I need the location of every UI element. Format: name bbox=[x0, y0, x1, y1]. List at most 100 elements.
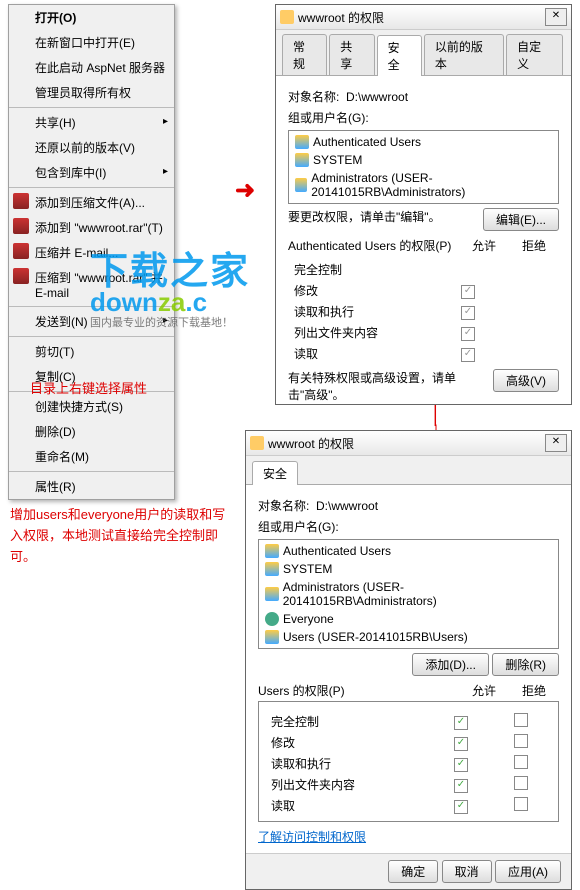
menu-restore-prev[interactable]: 还原以前的版本(V) bbox=[9, 135, 174, 160]
rar-icon bbox=[13, 218, 29, 234]
user-row[interactable]: Authenticated Users bbox=[261, 542, 556, 560]
dialog-body: 对象名称: D:\wwwroot 组或用户名(G): Authenticated… bbox=[276, 76, 571, 404]
check-icon bbox=[461, 348, 475, 362]
tab-sharing[interactable]: 共享 bbox=[329, 34, 374, 75]
advanced-hint: 有关特殊权限或高级设置，请单击"高级"。 bbox=[288, 369, 468, 403]
permission-table: 完全控制 修改 读取和执行 列出文件夹内容 读取 bbox=[265, 710, 552, 817]
user-row[interactable]: Authenticated Users bbox=[291, 133, 556, 151]
user-row[interactable]: Everyone bbox=[261, 610, 556, 628]
user-row[interactable]: Administrators (USER-20141015RB\Administ… bbox=[261, 578, 556, 610]
dialog-title: wwwroot 的权限 bbox=[268, 435, 543, 452]
menu-add-to-rar[interactable]: 添加到 "wwwroot.rar"(T) bbox=[9, 215, 174, 240]
menu-aspnet[interactable]: 在此启动 AspNet 服务器 bbox=[9, 55, 174, 80]
dialog-title: wwwroot 的权限 bbox=[298, 9, 543, 26]
menu-cut[interactable]: 剪切(T) bbox=[9, 339, 174, 364]
menu-properties[interactable]: 属性(R) bbox=[9, 474, 174, 499]
chevron-right-icon: ▸ bbox=[163, 116, 168, 127]
titlebar[interactable]: wwwroot 的权限 ✕ bbox=[246, 431, 571, 456]
user-row[interactable]: Administrators (USER-20141015RB\Administ… bbox=[291, 169, 556, 201]
menu-separator bbox=[9, 336, 174, 337]
annotation-1: 目录上右键选择属性 bbox=[30, 378, 147, 397]
group-icon bbox=[295, 178, 307, 192]
folder-icon bbox=[280, 10, 294, 24]
context-menu: 打开(O) 在新窗口中打开(E) 在此启动 AspNet 服务器 管理员取得所有… bbox=[8, 4, 175, 500]
menu-separator bbox=[9, 107, 174, 108]
remove-button[interactable]: 删除(R) bbox=[492, 653, 559, 676]
check-icon bbox=[461, 306, 475, 320]
close-icon[interactable]: ✕ bbox=[545, 434, 567, 452]
checkbox-deny[interactable] bbox=[514, 734, 528, 748]
dialog-body: 对象名称: D:\wwwroot 组或用户名(G): Authenticated… bbox=[246, 485, 571, 853]
perm-header: Authenticated Users 的权限(P) bbox=[288, 237, 459, 254]
object-name-value: D:\wwwroot bbox=[316, 499, 378, 513]
ok-button[interactable]: 确定 bbox=[388, 860, 438, 883]
check-icon bbox=[461, 327, 475, 341]
tab-bar: 常规 共享 安全 以前的版本 自定义 bbox=[276, 30, 571, 76]
permission-box: 完全控制 修改 读取和执行 列出文件夹内容 读取 bbox=[258, 701, 559, 822]
menu-separator bbox=[9, 306, 174, 307]
edit-hint: 要更改权限，请单击"编辑"。 bbox=[288, 208, 441, 225]
checkbox-allow[interactable] bbox=[454, 758, 468, 772]
group-icon bbox=[265, 562, 279, 576]
perm-header: Users 的权限(P) bbox=[258, 682, 459, 699]
advanced-button[interactable]: 高级(V) bbox=[493, 369, 559, 392]
titlebar[interactable]: wwwroot 的权限 ✕ bbox=[276, 5, 571, 30]
menu-rename[interactable]: 重命名(M) bbox=[9, 444, 174, 469]
menu-add-archive[interactable]: 添加到压缩文件(A)... bbox=[9, 190, 174, 215]
add-button[interactable]: 添加(D)... bbox=[412, 653, 489, 676]
checkbox-allow[interactable] bbox=[454, 779, 468, 793]
group-icon bbox=[295, 153, 309, 167]
close-icon[interactable]: ✕ bbox=[545, 8, 567, 26]
menu-shortcut[interactable]: 创建快捷方式(S) bbox=[9, 394, 174, 419]
group-icon bbox=[295, 135, 309, 149]
menu-send-to[interactable]: 发送到(N)▸ bbox=[9, 309, 174, 334]
edit-button[interactable]: 编辑(E)... bbox=[483, 208, 559, 231]
tab-previous[interactable]: 以前的版本 bbox=[424, 34, 504, 75]
menu-separator bbox=[9, 187, 174, 188]
menu-separator bbox=[9, 471, 174, 472]
menu-open[interactable]: 打开(O) bbox=[9, 5, 174, 30]
user-row[interactable]: SYSTEM bbox=[261, 560, 556, 578]
cancel-button[interactable]: 取消 bbox=[442, 860, 492, 883]
user-list[interactable]: Authenticated Users SYSTEM Administrator… bbox=[288, 130, 559, 204]
rar-icon bbox=[13, 243, 29, 259]
checkbox-deny[interactable] bbox=[514, 776, 528, 790]
menu-share[interactable]: 共享(H)▸ bbox=[9, 110, 174, 135]
properties-dialog-1: wwwroot 的权限 ✕ 常规 共享 安全 以前的版本 自定义 对象名称: D… bbox=[275, 4, 572, 405]
tab-security[interactable]: 安全 bbox=[252, 461, 298, 485]
tab-custom[interactable]: 自定义 bbox=[506, 34, 563, 75]
user-row[interactable]: Users (USER-20141015RB\Users) bbox=[261, 628, 556, 646]
checkbox-allow[interactable] bbox=[454, 737, 468, 751]
chevron-right-icon: ▸ bbox=[163, 315, 168, 326]
tab-general[interactable]: 常规 bbox=[282, 34, 327, 75]
checkbox-deny[interactable] bbox=[514, 797, 528, 811]
tab-security[interactable]: 安全 bbox=[377, 35, 422, 76]
user-row[interactable]: SYSTEM bbox=[291, 151, 556, 169]
arrow-right-icon: ➜ bbox=[235, 176, 255, 205]
menu-admin-own[interactable]: 管理员取得所有权 bbox=[9, 80, 174, 105]
group-label: 组或用户名(G): bbox=[258, 518, 559, 535]
menu-compress-rar-email[interactable]: 压缩到 "wwwroot.rar" 并 E-mail bbox=[9, 265, 174, 304]
menu-new-window[interactable]: 在新窗口中打开(E) bbox=[9, 30, 174, 55]
rar-icon bbox=[13, 268, 29, 284]
checkbox-deny[interactable] bbox=[514, 713, 528, 727]
apply-button[interactable]: 应用(A) bbox=[495, 860, 561, 883]
user-list[interactable]: Authenticated Users SYSTEM Administrator… bbox=[258, 539, 559, 649]
permission-table: 完全控制 修改 读取和执行 列出文件夹内容 读取 bbox=[288, 258, 559, 365]
learn-link[interactable]: 了解访问控制和权限 bbox=[258, 830, 366, 844]
checkbox-deny[interactable] bbox=[514, 755, 528, 769]
checkbox-allow[interactable] bbox=[454, 800, 468, 814]
object-name-value: D:\wwwroot bbox=[346, 90, 408, 104]
menu-include-lib[interactable]: 包含到库中(I)▸ bbox=[9, 160, 174, 185]
deny-label: 拒绝 bbox=[509, 237, 559, 254]
menu-delete[interactable]: 删除(D) bbox=[9, 419, 174, 444]
annotation-3: 增加users和everyone用户的读取和写入权限，本地测试直接给完全控制即可… bbox=[10, 505, 230, 567]
object-name-label: 对象名称: bbox=[258, 499, 309, 513]
object-name-label: 对象名称: bbox=[288, 90, 339, 104]
user-icon bbox=[265, 612, 279, 626]
tab-bar: 安全 bbox=[246, 456, 571, 485]
menu-compress-email[interactable]: 压缩并 E-mail... bbox=[9, 240, 174, 265]
deny-label: 拒绝 bbox=[509, 682, 559, 699]
rar-icon bbox=[13, 193, 29, 209]
chevron-right-icon: ▸ bbox=[163, 166, 168, 177]
